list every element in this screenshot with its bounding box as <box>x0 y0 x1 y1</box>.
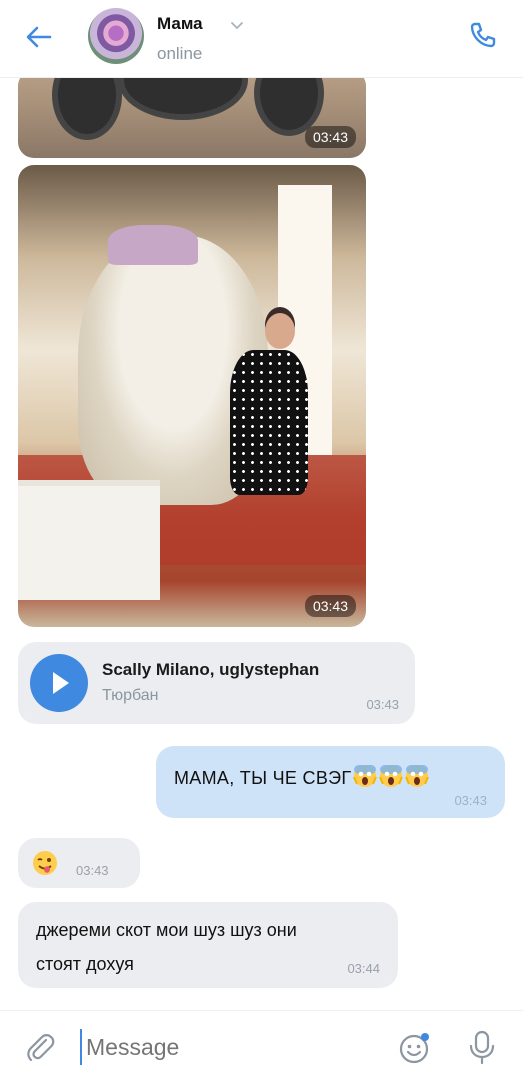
play-button[interactable] <box>30 654 88 712</box>
play-icon <box>53 672 69 694</box>
back-button[interactable] <box>22 20 56 54</box>
contact-name[interactable]: Мама <box>157 14 203 34</box>
tire-image <box>52 70 122 140</box>
emoji-smile-icon <box>399 1033 429 1064</box>
message-time: 03:43 <box>454 793 487 808</box>
audio-artist: Тюрбан <box>102 687 159 704</box>
photo-time: 03:43 <box>304 595 356 617</box>
message-text-line: джереми скот мои шуз шуз они <box>36 920 297 940</box>
message-composer <box>0 1010 523 1080</box>
message-text: МАМА, ТЫ ЧЕ СВЭГ <box>174 764 430 789</box>
scream-emoji-icon <box>379 764 404 788</box>
elephant-headdress-image <box>108 225 198 265</box>
phone-icon <box>470 22 496 48</box>
wink-tongue-emoji-icon <box>33 851 57 875</box>
message-input[interactable] <box>80 1029 380 1065</box>
message-time: 03:44 <box>347 961 380 976</box>
message-text-line: стоят дохуя <box>36 954 134 974</box>
microphone-icon <box>469 1030 495 1065</box>
audio-message[interactable]: Scally Milano, uglystephan Тюрбан 03:43 <box>18 642 415 724</box>
avatar[interactable] <box>88 8 144 64</box>
voice-message-button[interactable] <box>466 1029 498 1065</box>
photo-message-elephant[interactable]: 03:43 <box>18 165 366 627</box>
message-text-content: МАМА, ТЫ ЧЕ СВЭГ <box>174 768 352 788</box>
attach-button[interactable] <box>24 1031 56 1063</box>
call-button[interactable] <box>466 18 500 52</box>
scream-emoji-icon <box>405 764 430 788</box>
table-image <box>18 480 160 600</box>
emoji-button[interactable] <box>398 1031 432 1065</box>
contact-status: online <box>157 44 203 63</box>
chat-screen: Мама online 03:43 03:43 Scally Milano, u… <box>0 0 523 1080</box>
paperclip-icon <box>27 1034 55 1062</box>
outgoing-message[interactable]: МАМА, ТЫ ЧЕ СВЭГ 03:43 <box>156 746 505 818</box>
photo-time: 03:43 <box>304 126 356 148</box>
chevron-down-icon[interactable] <box>230 20 244 30</box>
incoming-text-message[interactable]: джереми скот мои шуз шуз они стоят дохуя… <box>18 902 398 988</box>
scream-emoji-icon <box>353 764 378 788</box>
photo-message-tires[interactable]: 03:43 <box>18 70 366 158</box>
woman-dress-image <box>230 350 308 495</box>
arrow-left-icon <box>26 26 52 48</box>
woman-head-image <box>265 313 295 349</box>
chat-header: Мама online <box>0 0 523 78</box>
message-time: 03:43 <box>76 863 109 878</box>
audio-title: Scally Milano, uglystephan <box>102 660 320 679</box>
message-time: 03:43 <box>366 697 399 712</box>
emoji-message[interactable]: 03:43 <box>18 838 140 888</box>
